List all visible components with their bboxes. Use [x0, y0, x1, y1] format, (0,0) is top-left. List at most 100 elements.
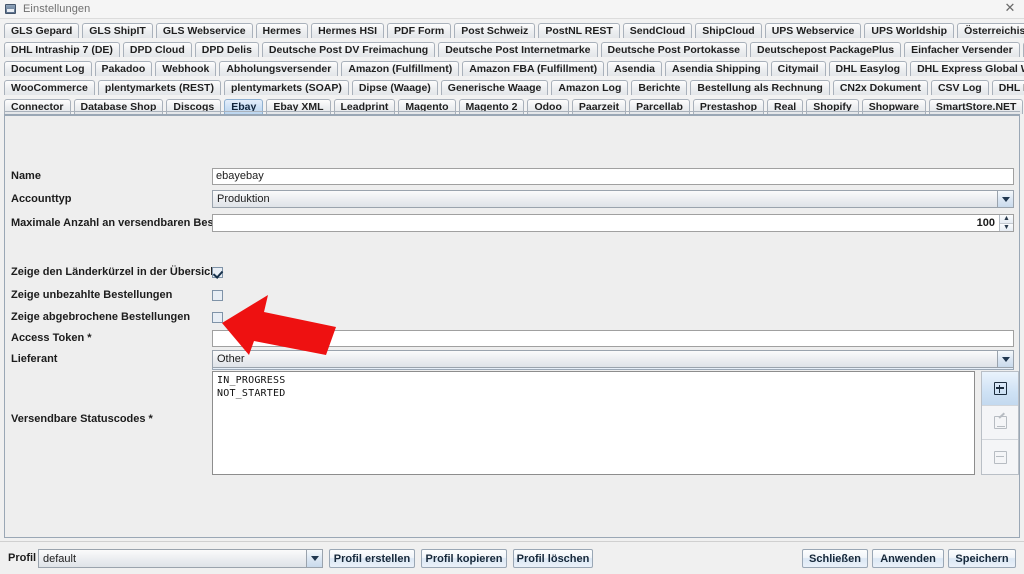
tab-gls-shipit[interactable]: GLS ShipIT: [82, 23, 153, 38]
delete-profile-button[interactable]: Profil löschen: [513, 549, 593, 568]
statuscodes-label: Versendbare Statuscodes *: [11, 413, 153, 425]
tab-plentymarkets-soap[interactable]: plentymarkets (SOAP): [223, 80, 349, 95]
tab-hermes-hsi[interactable]: Hermes HSI: [311, 23, 385, 38]
tab-dipse-waage[interactable]: Dipse (Waage): [351, 80, 438, 95]
lieferant-value: Other: [217, 353, 245, 365]
list-item[interactable]: IN_PROGRESS: [217, 374, 970, 387]
field-row-name: Name ebayebay: [5, 167, 1019, 185]
pencil-edit-icon: [993, 416, 1007, 429]
app-icon: [5, 3, 17, 15]
edit-statuscode-button[interactable]: [982, 406, 1018, 440]
access-token-input[interactable]: [212, 329, 1014, 347]
max-orders-value: 100: [976, 217, 995, 229]
tab-plentymarkets-rest[interactable]: plentymarkets (REST): [97, 80, 221, 95]
tab-ups-worldship[interactable]: UPS Worldship: [864, 23, 955, 38]
accounttyp-select[interactable]: Produktion: [212, 190, 1014, 208]
save-button[interactable]: Speichern: [948, 549, 1016, 568]
profile-value: default: [43, 552, 77, 565]
copy-profile-button[interactable]: Profil kopieren: [421, 549, 507, 568]
tab-dhl-retoure[interactable]: DHL Retoure: [991, 80, 1024, 95]
field-row-access-token: Access Token *: [5, 329, 1019, 347]
tab-bestellung-als-rechnung[interactable]: Bestellung als Rechnung: [690, 80, 830, 95]
tab-amazon-log[interactable]: Amazon Log: [551, 80, 629, 95]
stepper-down-icon[interactable]: ▼: [1000, 223, 1013, 231]
add-statuscode-button[interactable]: [982, 372, 1018, 406]
field-row-show-cancelled: Zeige abgebrochene Bestellungen: [5, 308, 1019, 326]
name-input[interactable]: ebayebay: [212, 167, 1014, 185]
chevron-down-icon: [997, 351, 1013, 367]
tab-asendia-shipping[interactable]: Asendia Shipping: [664, 61, 768, 76]
profile-select[interactable]: default: [38, 549, 323, 568]
tab-deutschepost-packageplus[interactable]: Deutschepost PackagePlus: [750, 42, 902, 57]
tab-citymail[interactable]: Citymail: [770, 61, 826, 76]
tab-sendcloud[interactable]: SendCloud: [622, 23, 693, 38]
tab-row-1: GLS Gepard GLS ShipIT GLS Webservice Hermes…: [0, 21, 1024, 38]
close-button[interactable]: Schließen: [802, 549, 868, 568]
plus-square-icon: [993, 382, 1007, 395]
tab-amazon-fulfillment[interactable]: Amazon (Fulfillment): [341, 61, 460, 76]
tab-sterreichische-post[interactable]: Österreichische Post: [957, 23, 1024, 38]
accounttyp-label: Accounttyp: [11, 193, 72, 205]
show-country-checkbox[interactable]: [212, 266, 223, 278]
settings-window: Einstellungen ✕ GLS Gepard GLS ShipIT GLS …: [0, 0, 1024, 574]
tab-dhl-easylog[interactable]: DHL Easylog: [828, 61, 908, 76]
tab-cn2x-dokument[interactable]: CN2x Dokument: [832, 80, 928, 95]
stepper-up-icon[interactable]: ▲: [1000, 215, 1013, 224]
show-unpaid-checkbox[interactable]: [212, 289, 223, 301]
show-cancelled-label: Zeige abgebrochene Bestellungen: [11, 311, 191, 323]
list-item[interactable]: NOT_STARTED: [217, 387, 970, 400]
tab-berichte[interactable]: Berichte: [631, 80, 688, 95]
tab-row-4: WooCommerce plentymarkets (REST) plentymar…: [0, 78, 1024, 95]
field-row-show-country: Zeige den Länderkürzel in der Übersicht: [5, 263, 1019, 281]
show-cancelled-checkbox[interactable]: [212, 311, 223, 323]
stepper-buttons[interactable]: ▲ ▼: [999, 215, 1013, 231]
chevron-down-icon: [997, 191, 1013, 207]
field-row-max-orders: Maximale Anzahl an versendbaren Bestellu…: [5, 214, 1019, 232]
ebay-settings-panel: Name ebayebay Accounttyp Produktion Maxi…: [4, 114, 1020, 538]
apply-button[interactable]: Anwenden: [872, 549, 944, 568]
chevron-down-icon: [306, 550, 322, 567]
tab-gls-webservice[interactable]: GLS Webservice: [155, 23, 253, 38]
tab-webhook[interactable]: Webhook: [155, 61, 217, 76]
tab-woocommerce[interactable]: WooCommerce: [4, 80, 95, 95]
window-title-bar: Einstellungen ✕: [0, 0, 1024, 19]
tab-pdf-form[interactable]: PDF Form: [387, 23, 452, 38]
tab-strip: GLS Gepard GLS ShipIT GLS Webservice Hermes…: [0, 19, 1024, 114]
lieferant-label: Lieferant: [11, 353, 58, 365]
max-orders-stepper[interactable]: 100 ▲ ▼: [212, 214, 1014, 232]
tab-dhl-express-global-ws[interactable]: DHL Express Global WS: [910, 61, 1024, 76]
tab-deutsche-post-portokasse[interactable]: Deutsche Post Portokasse: [600, 42, 747, 57]
tab-row-3: Document Log Pakadoo Webhook Abholungsverse…: [0, 59, 1024, 76]
lieferant-select[interactable]: Other: [212, 350, 1014, 368]
access-token-label: Access Token *: [11, 332, 92, 344]
show-unpaid-label: Zeige unbezahlte Bestellungen: [11, 289, 173, 301]
tab-asendia[interactable]: Asendia: [607, 61, 662, 76]
tab-postnl-rest[interactable]: PostNL REST: [538, 23, 620, 38]
tab-post-schweiz[interactable]: Post Schweiz: [454, 23, 536, 38]
tab-csv-log[interactable]: CSV Log: [930, 80, 989, 95]
tab-dpd-delis[interactable]: DPD Delis: [194, 42, 259, 57]
tab-pakadoo[interactable]: Pakadoo: [94, 61, 153, 76]
minus-square-icon: [993, 450, 1007, 464]
field-row-accounttyp: Accounttyp Produktion: [5, 190, 1019, 208]
tab-shipcloud[interactable]: ShipCloud: [695, 23, 762, 38]
name-label: Name: [11, 170, 41, 182]
statuscodes-list[interactable]: IN_PROGRESS NOT_STARTED: [212, 371, 975, 475]
tab-hermes[interactable]: Hermes: [255, 23, 309, 38]
window-title: Einstellungen: [23, 3, 91, 15]
tab-abholungsversender[interactable]: Abholungsversender: [219, 61, 339, 76]
tab-ups-webservice[interactable]: UPS Webservice: [764, 23, 862, 38]
create-profile-button[interactable]: Profil erstellen: [329, 549, 415, 568]
show-country-label: Zeige den Länderkürzel in der Übersicht: [11, 266, 221, 278]
close-icon[interactable]: ✕: [1003, 2, 1017, 16]
tab-einfacher-versender[interactable]: Einfacher Versender: [904, 42, 1020, 57]
tab-deutsche-post-internetmarke[interactable]: Deutsche Post Internetmarke: [438, 42, 598, 57]
tab-generische-waage[interactable]: Generische Waage: [440, 80, 549, 95]
tab-document-log[interactable]: Document Log: [4, 61, 92, 76]
tab-gls-gepard[interactable]: GLS Gepard: [4, 23, 80, 38]
tab-dhl-intraship-7-de[interactable]: DHL Intraship 7 (DE): [4, 42, 120, 57]
tab-dpd-cloud[interactable]: DPD Cloud: [122, 42, 192, 57]
remove-statuscode-button[interactable]: [982, 440, 1018, 474]
tab-deutsche-post-dv-freimachung[interactable]: Deutsche Post DV Freimachung: [261, 42, 436, 57]
tab-amazon-fba-fulfillment[interactable]: Amazon FBA (Fulfillment): [462, 61, 605, 76]
